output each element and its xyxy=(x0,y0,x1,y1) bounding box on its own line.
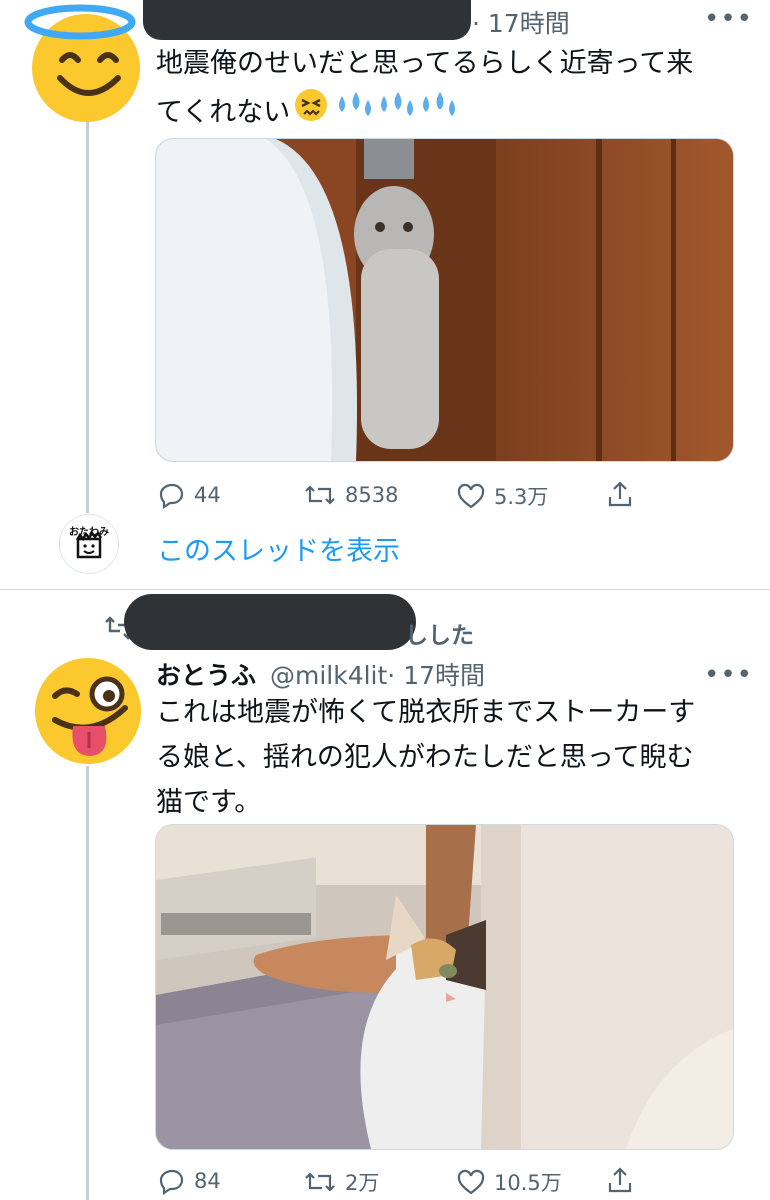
reply-button[interactable]: 44 xyxy=(158,481,221,509)
cat-photo-image xyxy=(156,825,733,1149)
tweet-text-line: 猫です。 xyxy=(156,787,262,818)
author-avatar[interactable] xyxy=(20,0,142,122)
tweet-photo[interactable] xyxy=(155,138,734,462)
tweet-time[interactable]: · 17時間 xyxy=(472,4,570,40)
cartoon-face-icon xyxy=(75,530,103,559)
retweet-count: 2万 xyxy=(345,1171,380,1195)
author-avatar[interactable] xyxy=(33,656,143,766)
reply-icon xyxy=(159,483,184,509)
share-icon xyxy=(608,481,632,507)
tweet-text-line: てくれない xyxy=(156,96,291,128)
show-thread-link[interactable]: このスレッドを表示 xyxy=(157,529,400,568)
tweet-text: 地震俺のせいだと思ってるらしく近寄って来 てくれない xyxy=(156,41,746,138)
thread-line xyxy=(86,118,89,513)
redacted-author-name xyxy=(143,0,471,40)
retweet-button[interactable]: 8538 xyxy=(303,481,398,509)
share-icon xyxy=(608,1167,632,1193)
tweet-text-line-emoji-row: てくれない xyxy=(156,86,746,138)
share-button[interactable] xyxy=(606,1165,634,1195)
author-handle[interactable]: @milk4lit xyxy=(270,661,387,690)
tweet-text-line: これは地震が怖くて脱衣所までストーカーす xyxy=(156,697,696,728)
redacted-retweeter-name xyxy=(124,594,416,650)
tweet-header: おとうふ @milk4lit· 17時間 xyxy=(156,656,485,692)
retweet-count: 8538 xyxy=(345,483,399,507)
tweet-text-line: る娘と、揺れの犯人がわたしだと思って睨む xyxy=(156,742,694,773)
tweet-2[interactable]: しした おとうふ @milk4lit· 17時間 ••• これは地震が怖くて脱衣… xyxy=(0,590,770,1200)
persevering-face-emoji xyxy=(292,86,330,138)
like-count: 5.3万 xyxy=(494,485,549,509)
tweet-photo[interactable] xyxy=(155,824,734,1150)
sweat-droplets-emoji xyxy=(376,86,418,138)
tweet-text: これは地震が怖くて脱衣所までストーカーす る娘と、揺れの犯人がわたしだと思って睨… xyxy=(156,690,746,825)
reply-icon xyxy=(159,1169,184,1195)
like-button[interactable]: 10.5万 xyxy=(456,1167,562,1197)
reply-count: 84 xyxy=(194,1169,221,1193)
cat-photo-image xyxy=(156,139,733,461)
thread-line xyxy=(86,766,89,1200)
reply-button[interactable]: 84 xyxy=(158,1167,221,1195)
heart-icon xyxy=(457,483,485,509)
tweet-time[interactable]: · 17時間 xyxy=(387,661,485,690)
more-options-icon[interactable]: ••• xyxy=(704,660,753,690)
thread-avatar[interactable]: おたわみ xyxy=(59,514,119,574)
reply-count: 44 xyxy=(194,483,221,507)
tweet-text-line: 地震俺のせいだと思ってるらしく近寄って来 xyxy=(156,48,694,79)
like-count: 10.5万 xyxy=(494,1171,562,1195)
sweat-droplets-emoji xyxy=(334,86,376,138)
author-name[interactable]: おとうふ xyxy=(156,661,256,690)
smiling-face-with-halo-icon xyxy=(24,4,140,122)
retweet-icon xyxy=(305,1172,335,1192)
heart-icon xyxy=(457,1169,485,1195)
sweat-droplets-emoji xyxy=(418,86,460,138)
more-options-icon[interactable]: ••• xyxy=(704,4,753,34)
retweeted-by-suffix: しした xyxy=(405,623,474,649)
like-button[interactable]: 5.3万 xyxy=(456,481,548,511)
share-button[interactable] xyxy=(606,479,634,509)
retweet-button[interactable]: 2万 xyxy=(303,1167,379,1197)
winking-face-with-tongue-icon xyxy=(35,658,141,764)
retweet-icon xyxy=(305,485,335,505)
tweet-1[interactable]: · 17時間 ••• 地震俺のせいだと思ってるらしく近寄って来 てくれない 44… xyxy=(0,0,770,590)
